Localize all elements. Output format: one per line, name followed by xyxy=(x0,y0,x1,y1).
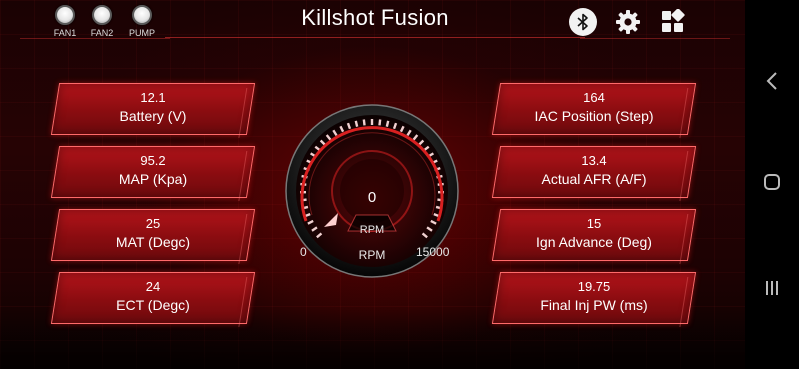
gauge-tick xyxy=(385,120,390,127)
gauge-min-label: 0 xyxy=(300,245,307,259)
gauge-unit: RPM xyxy=(359,224,385,236)
status-fan2: FAN2 xyxy=(87,5,117,38)
tile-value: 95.2 xyxy=(140,153,166,168)
tile-value: 164 xyxy=(583,90,605,105)
gauge-tick xyxy=(378,119,382,126)
system-nav-bar xyxy=(745,0,799,369)
tile-actual-afr[interactable]: 13.4 Actual AFR (A/F) xyxy=(491,146,697,198)
tile-map[interactable]: 95.2 MAP (Kpa) xyxy=(50,146,256,198)
status-label: FAN1 xyxy=(53,28,77,38)
tile-mat[interactable]: 25 MAT (Degc) xyxy=(50,209,256,261)
tile-value: 24 xyxy=(145,279,161,294)
tile-value: 15 xyxy=(586,216,602,231)
tile-ect[interactable]: 24 ECT (Degc) xyxy=(50,272,256,324)
gauge-value: 0 xyxy=(367,189,377,206)
tile-value: 19.75 xyxy=(577,279,611,294)
tile-label: Final Inj PW (ms) xyxy=(540,297,648,313)
tile-value: 12.1 xyxy=(140,90,166,105)
gauge-tick xyxy=(362,119,366,126)
gauge-tick xyxy=(354,120,359,127)
tile-ign-advance[interactable]: 15 Ign Advance (Deg) xyxy=(491,209,697,261)
back-chevron-icon[interactable] xyxy=(764,71,780,91)
dashboard-grid-icon xyxy=(662,8,685,32)
gauge-max-label: 15000 xyxy=(416,245,450,259)
tile-label: Ign Advance (Deg) xyxy=(536,234,652,250)
tile-battery[interactable]: 12.1 Battery (V) xyxy=(50,83,256,135)
tile-value: 25 xyxy=(145,216,161,231)
tile-label: ECT (Degc) xyxy=(116,297,190,313)
tile-label: MAP (Kpa) xyxy=(118,171,188,187)
bluetooth-icon xyxy=(577,13,588,31)
settings-button[interactable] xyxy=(614,8,642,36)
tile-value: 13.4 xyxy=(581,153,607,168)
gear-icon xyxy=(616,10,640,34)
home-square-icon[interactable] xyxy=(764,174,780,190)
dashboard-app: Killshot Fusion FAN1 FAN2 PUMP 12.1 Batt… xyxy=(0,0,745,369)
status-dot-icon xyxy=(132,5,152,25)
tile-iac-position[interactable]: 164 IAC Position (Step) xyxy=(491,83,697,135)
status-dot-icon xyxy=(92,5,112,25)
status-label: FAN2 xyxy=(90,28,114,38)
layout-button[interactable] xyxy=(660,8,686,35)
bluetooth-button[interactable] xyxy=(569,8,597,36)
recents-bars-icon[interactable] xyxy=(764,280,780,296)
tile-label: IAC Position (Step) xyxy=(534,108,654,124)
status-label: PUMP xyxy=(128,28,155,38)
tile-label: Actual AFR (A/F) xyxy=(541,171,647,187)
app-title: Killshot Fusion xyxy=(301,5,449,30)
rpm-gauge[interactable]: 0 RPM RPM 0 15000 xyxy=(284,103,460,279)
status-dot-icon xyxy=(55,5,75,25)
tile-label: Battery (V) xyxy=(119,108,187,124)
status-pump: PUMP xyxy=(127,5,157,38)
tile-final-inj-pw[interactable]: 19.75 Final Inj PW (ms) xyxy=(491,272,697,324)
tile-label: MAT (Degc) xyxy=(115,234,191,250)
status-fan1: FAN1 xyxy=(50,5,80,38)
